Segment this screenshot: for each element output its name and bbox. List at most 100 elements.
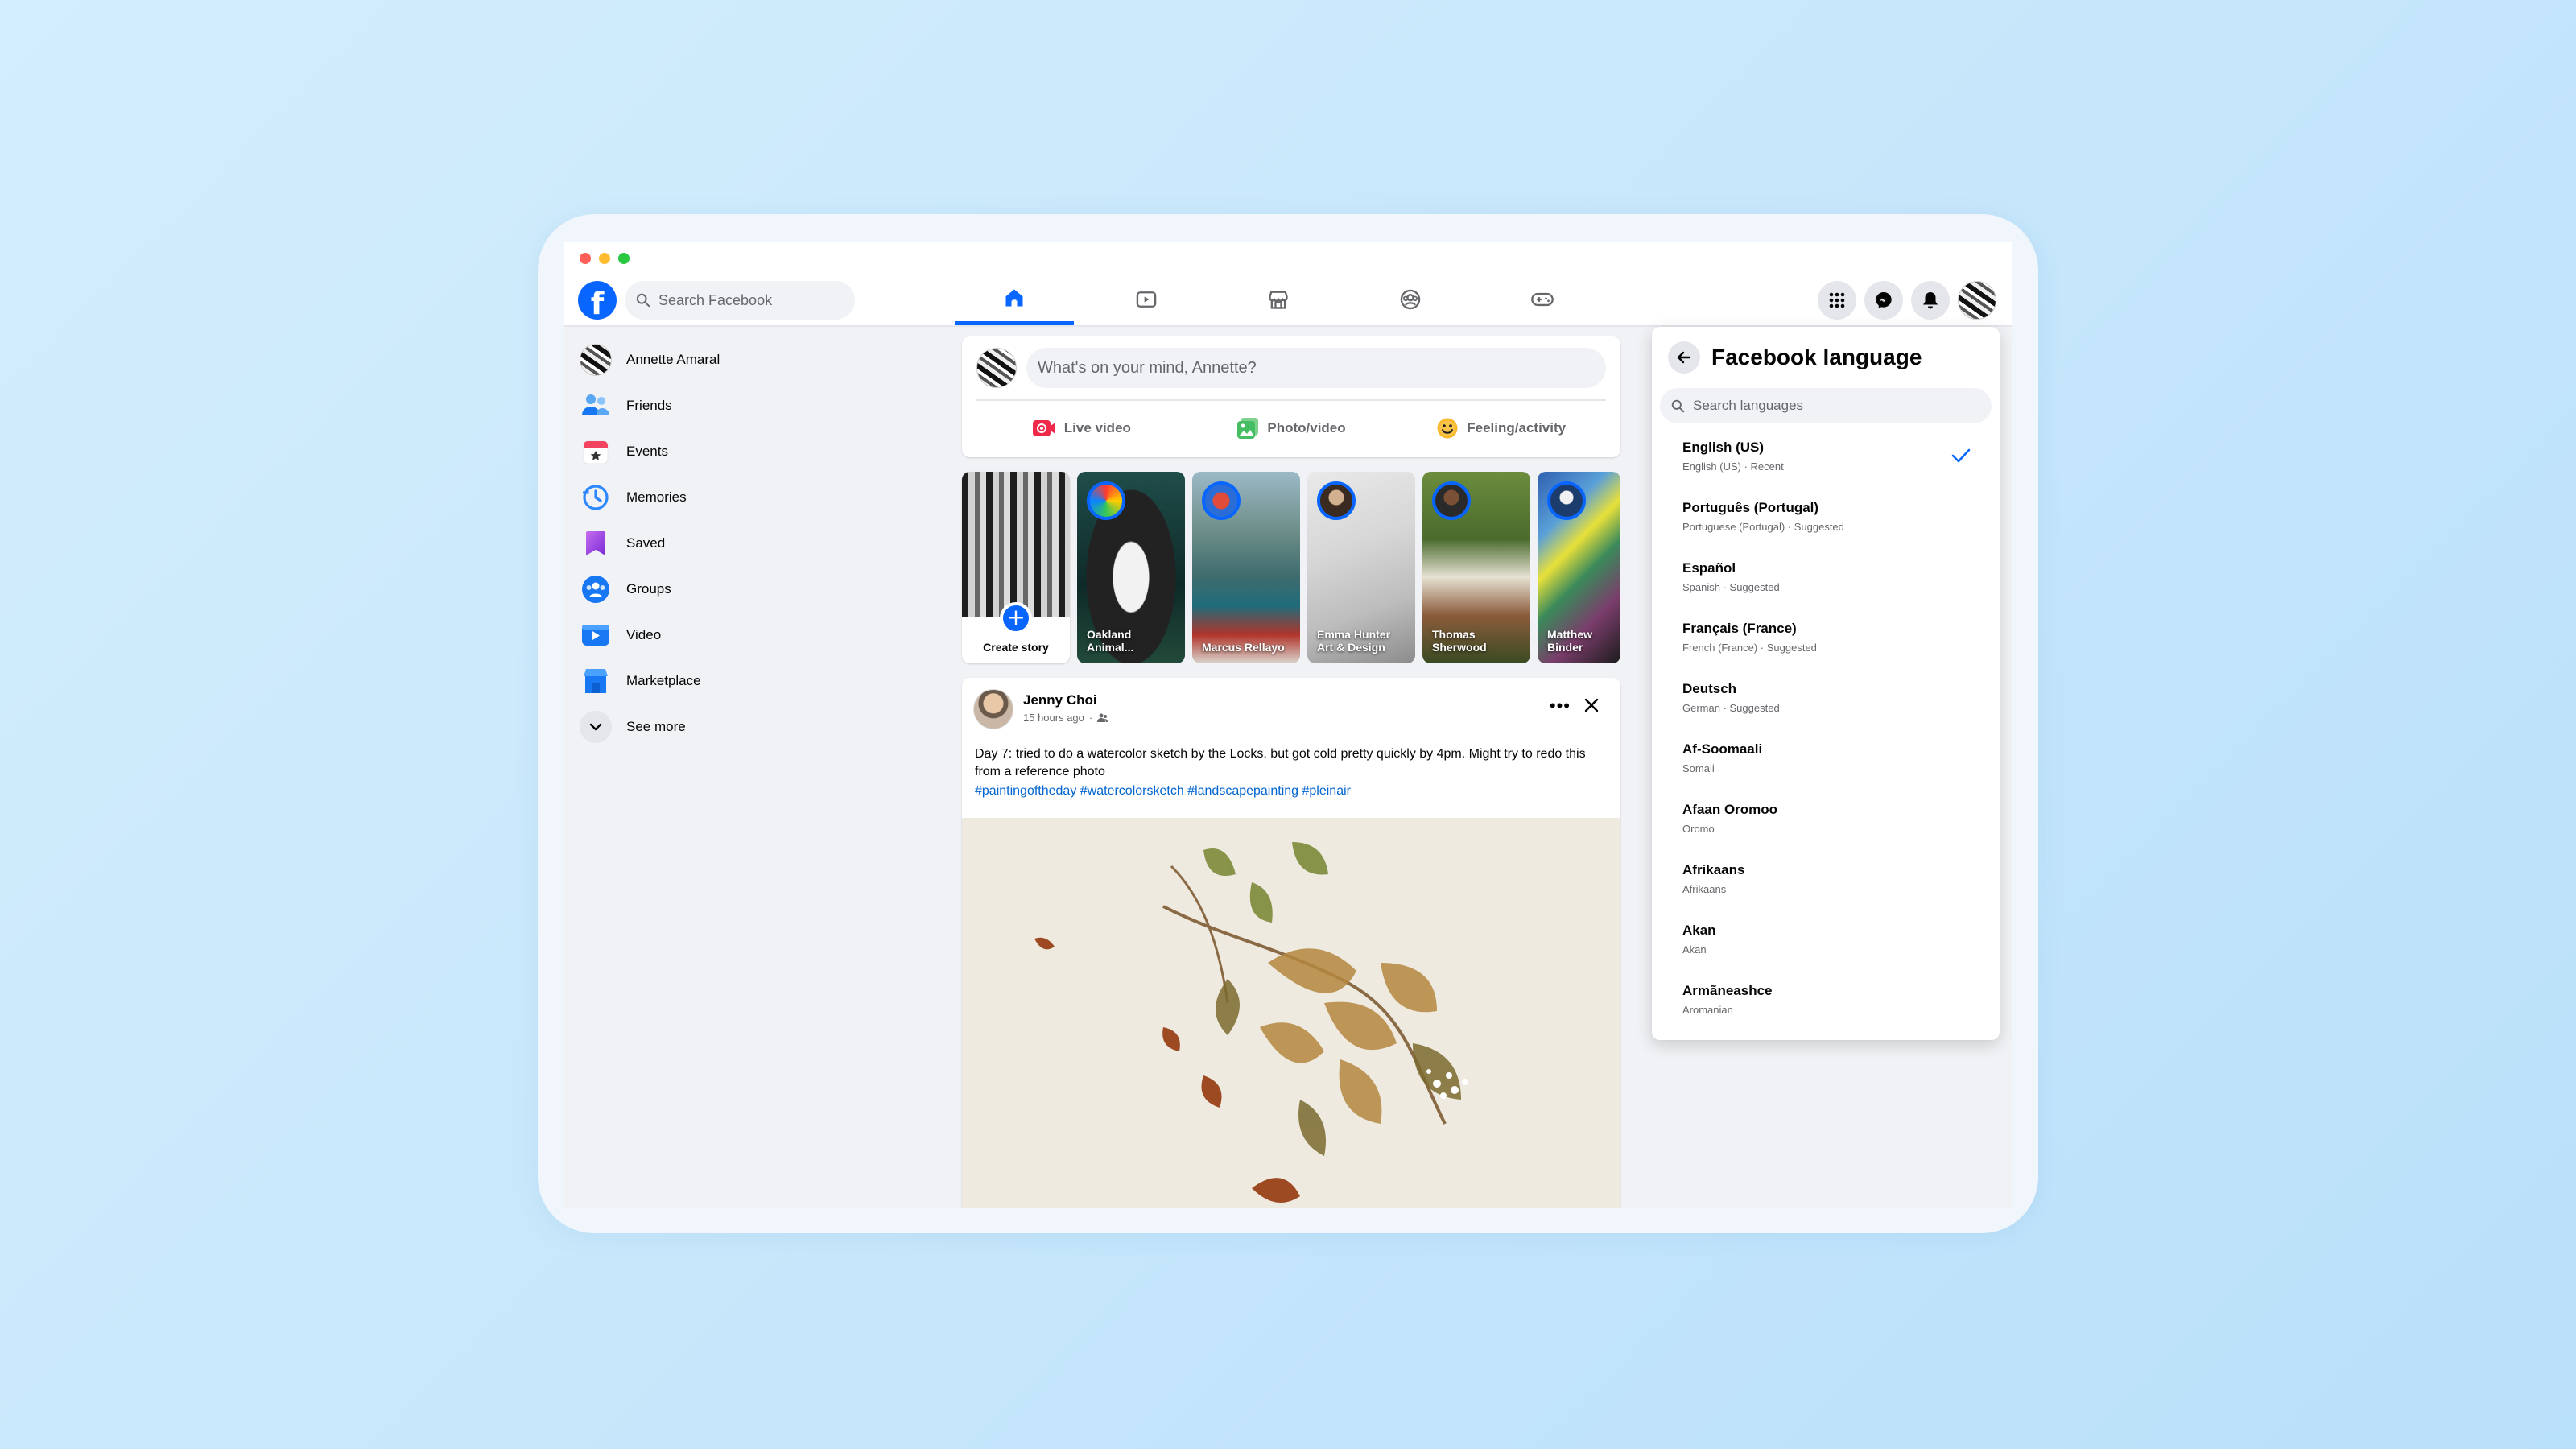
language-panel: Facebook language English (US) English (… [1652, 327, 2000, 1040]
sidebar-item-memories[interactable]: Memories [570, 474, 948, 520]
language-option[interactable]: Afaan Oromoo Oromo [1660, 794, 1992, 854]
close-window-button[interactable] [580, 253, 591, 264]
bell-icon [1923, 292, 1938, 309]
story-card[interactable]: Matthew Binder [1538, 472, 1620, 663]
tab-home[interactable] [955, 274, 1074, 325]
photo-video-button[interactable]: Photo/video [1187, 407, 1397, 449]
language-name: Afrikaans [1682, 862, 1745, 877]
feeling-activity-label: Feeling/activity [1467, 420, 1567, 436]
sidebar-item-events[interactable]: Events [570, 428, 948, 474]
language-option[interactable]: Português (Portugal) Portuguese (Portuga… [1660, 492, 1992, 552]
language-subtitle: German · Suggested [1682, 702, 1780, 714]
facebook-logo-icon[interactable]: f [578, 281, 617, 320]
chevron-down-icon [589, 723, 602, 730]
language-option[interactable]: Français (France) French (France) · Sugg… [1660, 613, 1992, 673]
notifications-button[interactable] [1911, 281, 1950, 320]
language-subtitle: French (France) · Suggested [1682, 642, 1817, 654]
post-watercolor-image[interactable] [962, 818, 1620, 1208]
search-icon [1671, 399, 1685, 412]
tab-video[interactable] [1087, 274, 1206, 325]
language-option[interactable]: Deutsch German · Suggested [1660, 673, 1992, 733]
language-subtitle: Akan [1682, 943, 1707, 956]
story-avatar [1547, 481, 1586, 520]
story-name: Thomas Sherwood [1432, 628, 1487, 654]
marketplace-icon [584, 668, 608, 693]
search-input[interactable] [658, 291, 836, 309]
post-text: Day 7: tried to do a watercolor sketch b… [975, 747, 1586, 778]
back-button[interactable] [1668, 341, 1700, 374]
sidebar-item-groups[interactable]: Groups [570, 566, 948, 612]
language-option[interactable]: Akan Akan [1660, 914, 1992, 975]
create-story-label: Create story [983, 641, 1049, 654]
language-subtitle: Aromanian [1682, 1004, 1733, 1016]
story-avatar [1202, 481, 1241, 520]
groups-icon [582, 575, 609, 603]
menu-button[interactable] [1818, 281, 1856, 320]
news-feed: Live video Photo/video Feeling/activity … [962, 336, 1620, 1208]
arrow-left-icon [1677, 351, 1691, 364]
sidebar-item-see-more[interactable]: See more [570, 704, 948, 749]
post-author-avatar[interactable] [973, 689, 1013, 729]
sidebar-item-label: Friends [626, 397, 672, 413]
sidebar-item-label: Groups [626, 580, 671, 597]
post-author-name[interactable]: Jenny Choi [1023, 692, 1108, 708]
sidebar-item-saved[interactable]: Saved [570, 520, 948, 566]
feeling-activity-button[interactable]: Feeling/activity [1396, 407, 1606, 449]
language-name: Af-Soomaali [1682, 741, 1763, 757]
language-subtitle: Spanish · Suggested [1682, 581, 1780, 593]
language-option[interactable]: Afrikaans Afrikaans [1660, 854, 1992, 914]
language-search-bar[interactable] [1660, 388, 1992, 423]
sidebar-item-label: Marketplace [626, 672, 701, 688]
story-name: Emma Hunter Art & Design [1317, 628, 1391, 654]
video-tab-icon [1136, 291, 1157, 308]
language-subtitle: Portuguese (Portugal) · Suggested [1682, 521, 1844, 533]
sidebar-item-label: See more [626, 718, 686, 734]
maximize-window-button[interactable] [618, 253, 630, 264]
post-hide-button[interactable] [1577, 691, 1606, 720]
tab-gaming[interactable] [1483, 274, 1602, 325]
sidebar-item-video[interactable]: Video [570, 612, 948, 658]
groups-tab-icon [1400, 289, 1421, 310]
composer-input[interactable] [1026, 348, 1606, 388]
top-navigation-bar: f [564, 274, 2013, 327]
language-search-input[interactable] [1693, 398, 1967, 414]
language-option[interactable]: English (US) English (US) · Recent [1660, 431, 1992, 492]
post-options-button[interactable]: ••• [1550, 696, 1571, 716]
left-sidebar: Annette Amaral Friends Events Memories S… [570, 336, 948, 749]
messenger-icon [1876, 292, 1892, 308]
language-list: English (US) English (US) · Recent Portu… [1660, 431, 1992, 1035]
language-option[interactable]: Español Spanish · Suggested [1660, 552, 1992, 613]
composer-avatar [976, 348, 1017, 388]
post-timestamp[interactable]: 15 hours ago [1023, 712, 1084, 724]
sidebar-item-label: Annette Amaral [626, 351, 720, 367]
messenger-button[interactable] [1864, 281, 1903, 320]
plus-icon: + [1000, 602, 1032, 634]
tab-marketplace[interactable] [1219, 274, 1338, 325]
story-card[interactable]: Marcus Rellayo [1192, 472, 1300, 663]
stories-row: + Create story Oakland Animal... Marcus … [962, 472, 1620, 663]
tab-groups[interactable] [1351, 274, 1470, 325]
language-option[interactable]: Af-Soomaali Somali [1660, 733, 1992, 794]
language-option[interactable]: Armãneashce Aromanian [1660, 975, 1992, 1035]
language-subtitle: Afrikaans [1682, 883, 1727, 895]
sidebar-item-friends[interactable]: Friends [570, 382, 948, 428]
home-icon [1005, 289, 1023, 306]
story-card[interactable]: Thomas Sherwood [1422, 472, 1530, 663]
post-hashtags[interactable]: #paintingoftheday #watercolorsketch #lan… [975, 784, 1351, 799]
account-avatar[interactable] [1958, 281, 1996, 320]
create-story-card[interactable]: + Create story [962, 472, 1070, 663]
logo-letter: f [590, 286, 605, 320]
sidebar-item-marketplace[interactable]: Marketplace [570, 658, 948, 704]
language-name: Akan [1682, 923, 1716, 938]
search-bar[interactable] [625, 281, 855, 320]
story-card[interactable]: Oakland Animal... [1077, 472, 1185, 663]
live-video-button[interactable]: Live video [976, 407, 1187, 449]
story-card[interactable]: Emma Hunter Art & Design [1307, 472, 1415, 663]
story-avatar [1432, 481, 1471, 520]
close-icon [1584, 698, 1599, 712]
minimize-window-button[interactable] [599, 253, 610, 264]
photo-video-label: Photo/video [1267, 420, 1346, 436]
sidebar-item-profile[interactable]: Annette Amaral [570, 336, 948, 382]
live-video-label: Live video [1063, 420, 1131, 436]
photo-icon [1237, 418, 1259, 439]
